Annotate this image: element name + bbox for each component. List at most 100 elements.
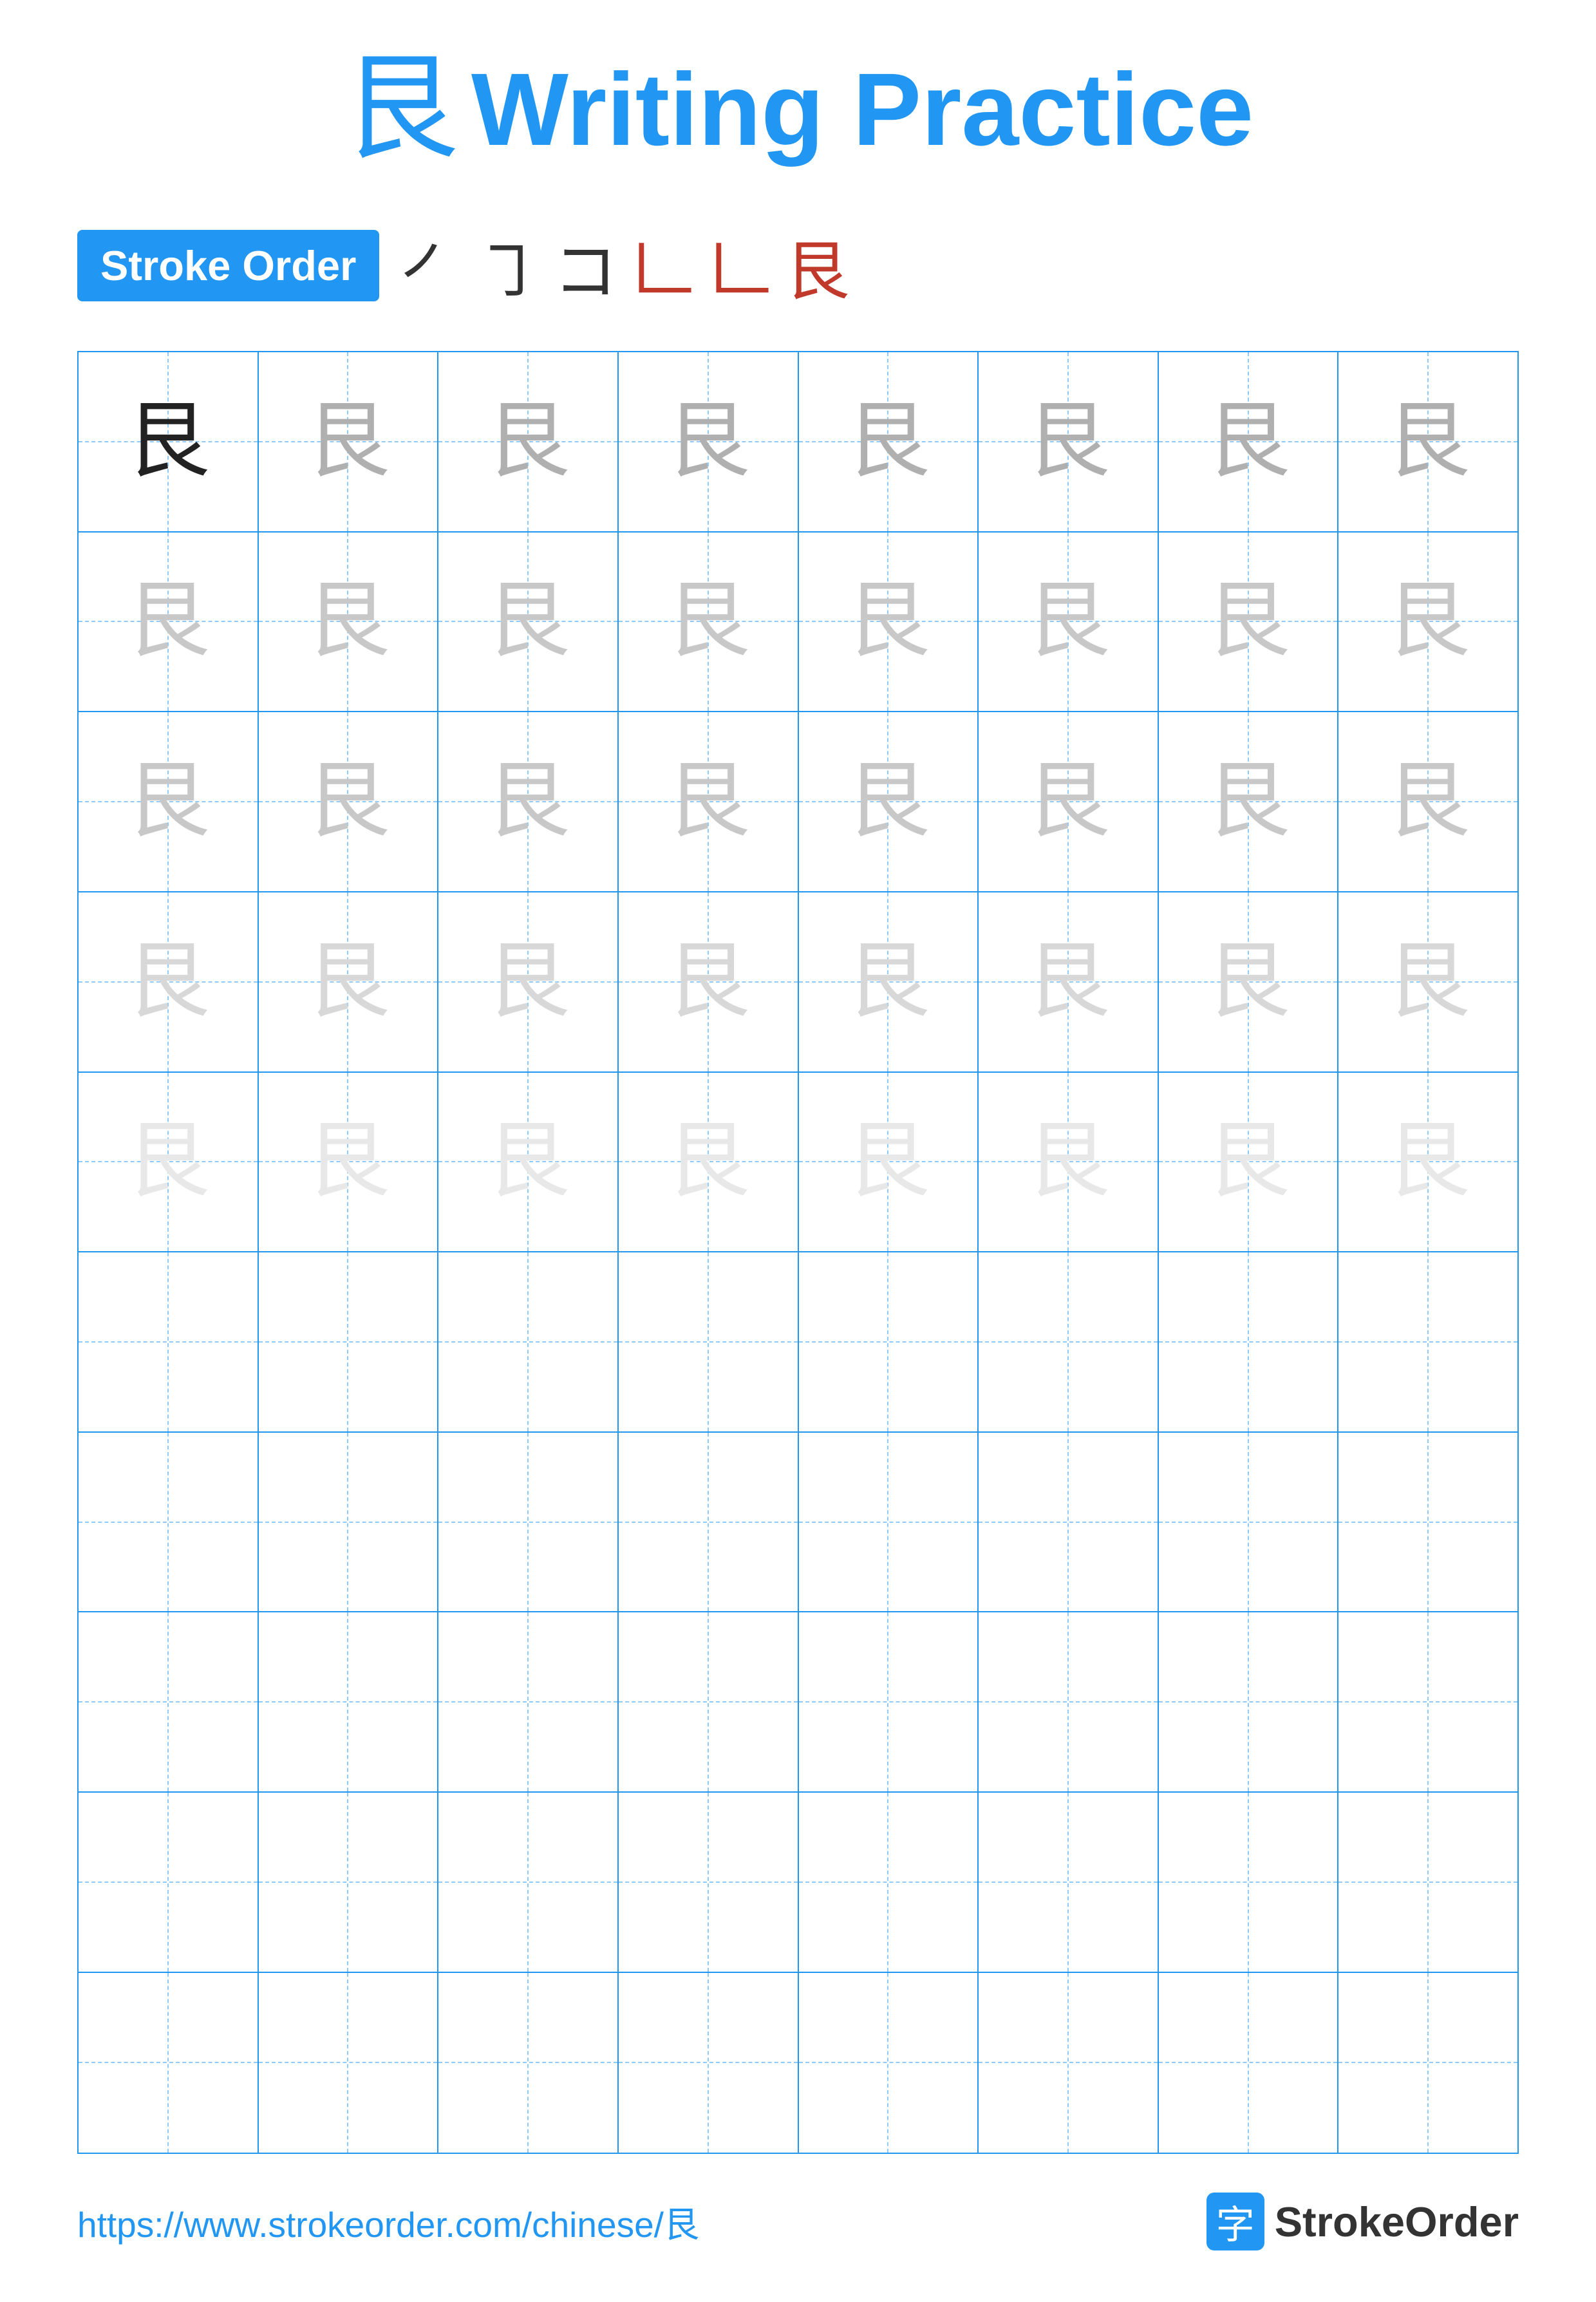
grid-cell-1-4[interactable]: 艮 <box>619 352 799 533</box>
grid-cell-6-5[interactable] <box>799 1252 979 1433</box>
grid-cell-7-4[interactable] <box>619 1433 799 1613</box>
grid-cell-3-6[interactable]: 艮 <box>979 712 1159 892</box>
grid-cell-2-7[interactable]: 艮 <box>1159 533 1339 713</box>
grid-cell-5-7[interactable]: 艮 <box>1159 1073 1339 1253</box>
grid-cell-7-2[interactable] <box>259 1433 439 1613</box>
grid-cell-7-7[interactable] <box>1159 1433 1339 1613</box>
grid-cell-1-3[interactable]: 艮 <box>438 352 619 533</box>
grid-cell-6-1[interactable] <box>79 1252 259 1433</box>
title-character: 艮 <box>343 52 458 167</box>
grid-cell-1-1[interactable]: 艮 <box>79 352 259 533</box>
grid-cell-2-3[interactable]: 艮 <box>438 533 619 713</box>
logo-name: StrokeOrder <box>1275 2198 1519 2246</box>
grid-cell-6-8[interactable] <box>1338 1252 1517 1433</box>
grid-cell-8-8[interactable] <box>1338 1612 1517 1793</box>
grid-cell-8-4[interactable] <box>619 1612 799 1793</box>
grid-cell-4-7[interactable]: 艮 <box>1159 892 1339 1073</box>
grid-cell-10-2[interactable] <box>259 1973 439 2153</box>
grid-cell-8-1[interactable] <box>79 1612 259 1793</box>
practice-char: 艮 <box>306 940 390 1024</box>
grid-cell-9-7[interactable] <box>1159 1793 1339 1973</box>
practice-char: 艮 <box>1026 580 1110 663</box>
grid-row-4: 艮 艮 艮 艮 艮 艮 艮 艮 <box>79 892 1517 1073</box>
grid-cell-5-6[interactable]: 艮 <box>979 1073 1159 1253</box>
grid-cell-2-5[interactable]: 艮 <box>799 533 979 713</box>
practice-char: 艮 <box>1386 580 1470 663</box>
grid-cell-6-4[interactable] <box>619 1252 799 1433</box>
grid-cell-1-5[interactable]: 艮 <box>799 352 979 533</box>
grid-row-10 <box>79 1973 1517 2153</box>
grid-row-3: 艮 艮 艮 艮 艮 艮 艮 艮 <box>79 712 1517 892</box>
grid-cell-5-8[interactable]: 艮 <box>1338 1073 1517 1253</box>
grid-row-9 <box>79 1793 1517 1973</box>
footer-url[interactable]: https://www.strokeorder.com/chinese/艮 <box>77 2196 699 2247</box>
grid-cell-4-5[interactable]: 艮 <box>799 892 979 1073</box>
grid-cell-2-4[interactable]: 艮 <box>619 533 799 713</box>
grid-cell-10-8[interactable] <box>1338 1973 1517 2153</box>
practice-char: 艮 <box>1026 400 1110 484</box>
grid-cell-1-7[interactable]: 艮 <box>1159 352 1339 533</box>
grid-cell-10-6[interactable] <box>979 1973 1159 2153</box>
grid-cell-4-6[interactable]: 艮 <box>979 892 1159 1073</box>
grid-cell-3-7[interactable]: 艮 <box>1159 712 1339 892</box>
grid-cell-9-8[interactable] <box>1338 1793 1517 1973</box>
grid-cell-1-8[interactable]: 艮 <box>1338 352 1517 533</box>
grid-cell-10-4[interactable] <box>619 1973 799 2153</box>
grid-cell-2-8[interactable]: 艮 <box>1338 533 1517 713</box>
practice-char: 艮 <box>1026 940 1110 1024</box>
grid-cell-9-6[interactable] <box>979 1793 1159 1973</box>
page-title: Writing Practice <box>471 58 1253 161</box>
grid-cell-7-8[interactable] <box>1338 1433 1517 1613</box>
grid-cell-6-7[interactable] <box>1159 1252 1339 1433</box>
grid-cell-8-7[interactable] <box>1159 1612 1339 1793</box>
stroke-char-2: ㇆ <box>476 219 540 312</box>
grid-cell-2-2[interactable]: 艮 <box>259 533 439 713</box>
grid-cell-4-1[interactable]: 艮 <box>79 892 259 1073</box>
grid-cell-3-5[interactable]: 艮 <box>799 712 979 892</box>
grid-cell-9-4[interactable] <box>619 1793 799 1973</box>
grid-cell-3-1[interactable]: 艮 <box>79 712 259 892</box>
grid-cell-10-1[interactable] <box>79 1973 259 2153</box>
grid-cell-9-2[interactable] <box>259 1793 439 1973</box>
grid-cell-5-4[interactable]: 艮 <box>619 1073 799 1253</box>
grid-cell-4-8[interactable]: 艮 <box>1338 892 1517 1073</box>
grid-cell-4-3[interactable]: 艮 <box>438 892 619 1073</box>
grid-cell-8-5[interactable] <box>799 1612 979 1793</box>
practice-char: 艮 <box>666 580 750 663</box>
practice-char: 艮 <box>1386 940 1470 1024</box>
title-row: 艮 Writing Practice <box>77 52 1519 167</box>
grid-cell-5-3[interactable]: 艮 <box>438 1073 619 1253</box>
grid-cell-5-5[interactable]: 艮 <box>799 1073 979 1253</box>
grid-row-8 <box>79 1612 1517 1793</box>
grid-cell-5-2[interactable]: 艮 <box>259 1073 439 1253</box>
grid-cell-2-6[interactable]: 艮 <box>979 533 1159 713</box>
grid-cell-10-3[interactable] <box>438 1973 619 2153</box>
grid-cell-9-1[interactable] <box>79 1793 259 1973</box>
grid-cell-7-6[interactable] <box>979 1433 1159 1613</box>
grid-cell-8-3[interactable] <box>438 1612 619 1793</box>
grid-cell-7-3[interactable] <box>438 1433 619 1613</box>
grid-cell-6-2[interactable] <box>259 1252 439 1433</box>
grid-cell-2-1[interactable]: 艮 <box>79 533 259 713</box>
grid-cell-10-5[interactable] <box>799 1973 979 2153</box>
grid-cell-1-6[interactable]: 艮 <box>979 352 1159 533</box>
grid-cell-1-2[interactable]: 艮 <box>259 352 439 533</box>
grid-cell-4-4[interactable]: 艮 <box>619 892 799 1073</box>
grid-cell-4-2[interactable]: 艮 <box>259 892 439 1073</box>
grid-cell-8-2[interactable] <box>259 1612 439 1793</box>
grid-cell-6-3[interactable] <box>438 1252 619 1433</box>
practice-char: 艮 <box>666 760 750 844</box>
grid-row-6 <box>79 1252 1517 1433</box>
grid-cell-3-8[interactable]: 艮 <box>1338 712 1517 892</box>
grid-cell-7-1[interactable] <box>79 1433 259 1613</box>
grid-cell-9-3[interactable] <box>438 1793 619 1973</box>
grid-cell-7-5[interactable] <box>799 1433 979 1613</box>
grid-cell-6-6[interactable] <box>979 1252 1159 1433</box>
grid-cell-3-3[interactable]: 艮 <box>438 712 619 892</box>
grid-cell-3-2[interactable]: 艮 <box>259 712 439 892</box>
grid-cell-9-5[interactable] <box>799 1793 979 1973</box>
grid-cell-5-1[interactable]: 艮 <box>79 1073 259 1253</box>
grid-cell-10-7[interactable] <box>1159 1973 1339 2153</box>
grid-cell-3-4[interactable]: 艮 <box>619 712 799 892</box>
grid-cell-8-6[interactable] <box>979 1612 1159 1793</box>
